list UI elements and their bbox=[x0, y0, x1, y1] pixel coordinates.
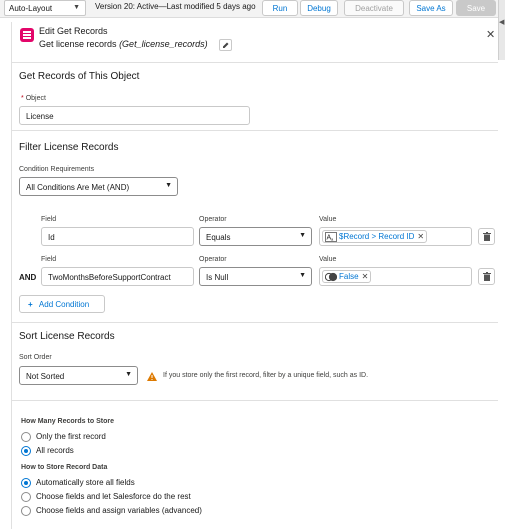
radio-choose-fields-assign-variables[interactable] bbox=[21, 506, 31, 516]
element-label-text: Get license records bbox=[39, 39, 117, 49]
operator-label: Operator bbox=[199, 216, 227, 223]
radio-auto-store-fields[interactable] bbox=[21, 478, 31, 488]
value-pill-label: $Record > Record ID bbox=[339, 232, 415, 241]
debug-button[interactable]: Debug bbox=[300, 0, 338, 16]
field-label: Field bbox=[41, 216, 57, 223]
pencil-edit-icon[interactable] bbox=[219, 39, 232, 51]
layout-select[interactable]: Auto-Layout ▼ bbox=[4, 0, 86, 16]
value-pill-label: False bbox=[339, 272, 359, 281]
condition-operator-select[interactable]: Equals ▼ bbox=[199, 227, 312, 246]
condition-operator-select[interactable]: Is Null ▼ bbox=[199, 267, 312, 286]
divider bbox=[11, 322, 498, 323]
element-api-name: (Get_license_records) bbox=[119, 39, 208, 49]
object-field-label: * Object bbox=[21, 95, 46, 102]
radio-all-records-label: All records bbox=[36, 446, 74, 455]
sort-order-select[interactable]: Not Sorted ▼ bbox=[19, 366, 138, 385]
remove-pill-icon[interactable]: ✕ bbox=[362, 272, 369, 281]
chevron-down-icon: ▼ bbox=[299, 272, 306, 279]
divider bbox=[11, 62, 498, 63]
run-button[interactable]: Run bbox=[262, 0, 298, 16]
save-as-button[interactable]: Save As bbox=[409, 0, 453, 16]
delete-condition-button[interactable] bbox=[478, 268, 495, 285]
add-icon: + bbox=[28, 300, 33, 309]
radio-all-records[interactable] bbox=[21, 446, 31, 456]
trash-icon bbox=[483, 272, 491, 281]
value-label: Value bbox=[319, 216, 337, 223]
chevron-down-icon: ▼ bbox=[299, 232, 306, 239]
and-label: AND bbox=[19, 273, 37, 282]
close-icon[interactable]: ✕ bbox=[486, 28, 495, 41]
divider bbox=[11, 400, 498, 401]
layout-select-value: Auto-Layout bbox=[9, 4, 53, 13]
save-button[interactable]: Save bbox=[456, 0, 496, 16]
how-to-store-label: How to Store Record Data bbox=[21, 464, 108, 471]
sort-order-label: Sort Order bbox=[19, 354, 52, 361]
version-status: Version 20: Active—Last modified 5 days … bbox=[95, 2, 256, 11]
side-panel-toggle[interactable]: ◀ bbox=[498, 0, 505, 60]
object-input[interactable]: License bbox=[19, 106, 250, 125]
panel-title: Edit Get Records bbox=[39, 26, 108, 36]
condition-requirements-value: All Conditions Are Met (AND) bbox=[26, 183, 130, 192]
chevron-down-icon: ▼ bbox=[125, 371, 132, 378]
delete-condition-button[interactable] bbox=[478, 228, 495, 245]
condition-field-input[interactable]: Id bbox=[41, 227, 194, 246]
operator-label: Operator bbox=[199, 256, 227, 263]
chevron-down-icon: ▼ bbox=[165, 182, 172, 189]
sort-warning-text: If you store only the first record, filt… bbox=[163, 372, 369, 379]
sort-section-title: Sort License Records bbox=[19, 331, 115, 342]
radio-choose-fields-salesforce-label: Choose fields and let Salesforce do the … bbox=[36, 492, 191, 501]
divider bbox=[11, 130, 498, 131]
radio-auto-store-fields-label: Automatically store all fields bbox=[36, 478, 135, 487]
chevron-down-icon: ▼ bbox=[73, 4, 80, 11]
condition-requirements-select[interactable]: All Conditions Are Met (AND) ▼ bbox=[19, 177, 178, 196]
add-condition-label: Add Condition bbox=[38, 300, 90, 309]
add-condition-button[interactable]: + Add Condition bbox=[19, 295, 105, 313]
condition-field-input[interactable]: TwoMonthsBeforeSupportContract bbox=[41, 267, 194, 286]
condition-value-input[interactable]: False ✕ bbox=[319, 267, 472, 286]
condition-operator-value: Equals bbox=[206, 233, 231, 242]
text-resource-icon: A a bbox=[325, 232, 337, 242]
remove-pill-icon[interactable]: ✕ bbox=[417, 232, 424, 241]
condition-requirements-label: Condition Requirements bbox=[19, 166, 95, 173]
condition-operator-value: Is Null bbox=[206, 273, 229, 282]
radio-only-first-record[interactable] bbox=[21, 432, 31, 442]
get-records-icon bbox=[20, 28, 34, 42]
deactivate-button[interactable]: Deactivate bbox=[344, 0, 404, 16]
value-label: Value bbox=[319, 256, 337, 263]
condition-value-input[interactable]: A a $Record > Record ID ✕ bbox=[319, 227, 472, 246]
collapse-arrow-icon: ◀ bbox=[499, 19, 505, 26]
filter-section-title: Filter License Records bbox=[19, 142, 119, 153]
value-pill[interactable]: A a $Record > Record ID ✕ bbox=[322, 230, 428, 243]
trash-icon bbox=[483, 232, 491, 241]
element-label: Get license records (Get_license_records… bbox=[39, 39, 208, 49]
radio-choose-fields-assign-variables-label: Choose fields and assign variables (adva… bbox=[36, 506, 202, 515]
how-many-records-label: How Many Records to Store bbox=[21, 418, 114, 425]
warning-icon bbox=[147, 372, 157, 381]
radio-only-first-record-label: Only the first record bbox=[36, 432, 106, 441]
radio-choose-fields-salesforce[interactable] bbox=[21, 492, 31, 502]
sort-order-value: Not Sorted bbox=[26, 372, 65, 381]
field-label: Field bbox=[41, 256, 57, 263]
toolbar: Auto-Layout ▼ Version 20: Active—Last mo… bbox=[0, 0, 505, 18]
value-pill[interactable]: False ✕ bbox=[322, 270, 372, 283]
boolean-toggle-icon bbox=[325, 272, 337, 282]
object-section-title: Get Records of This Object bbox=[19, 71, 140, 82]
